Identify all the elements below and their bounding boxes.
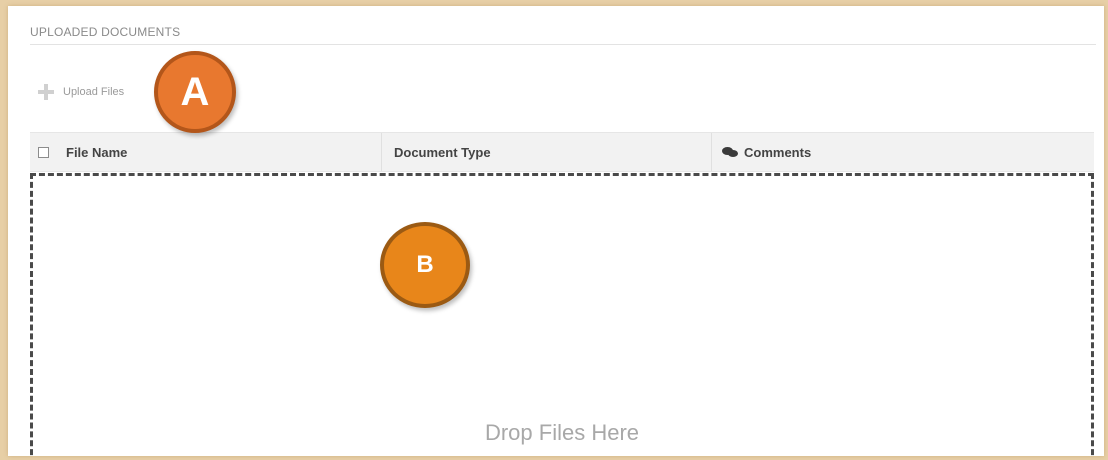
column-header-file-name[interactable]: File Name xyxy=(56,133,382,171)
column-header-comments[interactable]: Comments xyxy=(712,133,1094,171)
select-all-cell xyxy=(30,133,56,171)
plus-icon xyxy=(38,84,54,100)
table-header: File Name Document Type Comments xyxy=(30,132,1094,172)
title-divider xyxy=(30,44,1096,45)
column-header-comments-label: Comments xyxy=(744,144,812,160)
annotation-badge-a: A xyxy=(154,51,236,133)
column-header-document-type[interactable]: Document Type xyxy=(382,133,712,171)
comments-icon xyxy=(722,146,740,158)
drop-files-text: Drop Files Here xyxy=(484,420,640,445)
file-drop-zone[interactable]: Drop Files Here xyxy=(30,173,1094,456)
annotation-badge-b: B xyxy=(380,222,470,308)
documents-panel: UPLOADED DOCUMENTS Upload Files File Nam… xyxy=(8,6,1104,456)
upload-files-button[interactable]: Upload Files xyxy=(38,82,124,102)
section-title: UPLOADED DOCUMENTS xyxy=(30,25,181,39)
upload-files-label: Upload Files xyxy=(63,86,125,98)
select-all-checkbox[interactable] xyxy=(37,146,49,158)
